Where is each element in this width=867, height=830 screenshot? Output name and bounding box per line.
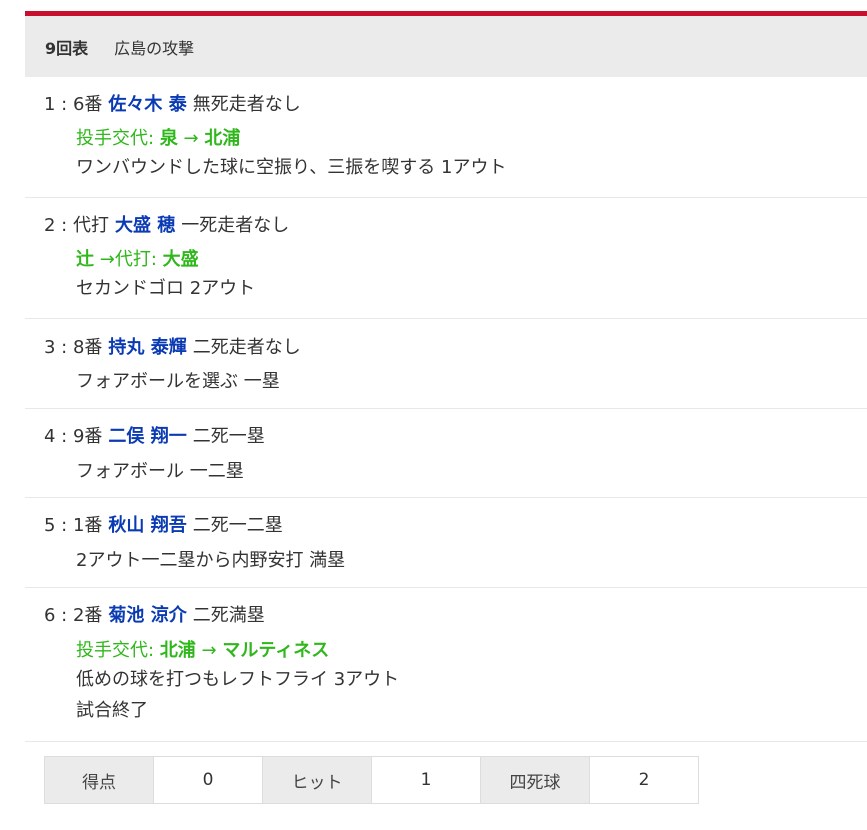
play-number: 3: [44, 337, 56, 358]
batting-order: 代打: [72, 215, 109, 236]
batter-name[interactable]: 二俣 翔一: [108, 426, 186, 447]
play-line: 5 : 1番 秋山 翔吾 二死一二塁: [44, 515, 283, 536]
batter-name[interactable]: 佐々木 泰: [108, 94, 186, 115]
change-arrow: →: [201, 640, 217, 661]
play-item: 3 : 8番 持丸 泰輝 二死走者なし フォアボールを選ぶ 一塁: [25, 319, 867, 409]
play-line: 1 : 6番 佐々木 泰無死走者なし: [44, 94, 301, 115]
runner-situation: 無死走者なし: [192, 94, 301, 115]
runs-value: 0: [153, 756, 263, 804]
inning-header: 9回表 広島の攻撃: [25, 16, 867, 77]
batter-name[interactable]: 大盛 穂: [115, 215, 175, 236]
batter-name[interactable]: 菊池 涼介: [108, 605, 186, 626]
play-number: 4: [44, 426, 56, 447]
change-from: 辻: [76, 249, 94, 270]
play-item: 5 : 1番 秋山 翔吾 二死一二塁 2アウト一二塁から内野安打 満塁: [25, 498, 867, 588]
hits-label: ヒット: [262, 756, 372, 804]
batter-name[interactable]: 秋山 翔吾: [108, 515, 186, 536]
play-line: 6 : 2番 菊池 涼介 二死満塁: [44, 605, 265, 626]
play-line: 4 : 9番 二俣 翔一 二死一塁: [44, 426, 265, 447]
play-result: フォアボール 一二塁: [76, 461, 244, 482]
play-line: 3 : 8番 持丸 泰輝 二死走者なし: [44, 337, 301, 358]
change-to: マルティネス: [222, 640, 330, 661]
hits-value: 1: [371, 756, 481, 804]
change-prefix: 投手交代:: [76, 640, 155, 661]
play-result: 低めの球を打つもレフトフライ 3アウト: [76, 669, 400, 690]
change-to: 北浦: [204, 128, 241, 149]
play-item: 1 : 6番 佐々木 泰無死走者なし 投手交代: 泉 → 北浦 ワンバウンドした球…: [25, 77, 867, 198]
runner-situation: 二死満塁: [192, 605, 265, 626]
batting-order: 8番: [72, 337, 103, 358]
play-list: 1 : 6番 佐々木 泰無死走者なし 投手交代: 泉 → 北浦 ワンバウンドした球…: [25, 77, 867, 742]
pinch-hitter-change: 辻 →代打: 大盛: [76, 248, 199, 272]
inning-label: 9回表: [45, 38, 89, 58]
batting-order: 9番: [72, 426, 103, 447]
inning-title: 広島の攻撃: [114, 38, 195, 58]
runner-situation: 一死走者なし: [181, 215, 290, 236]
play-result: ワンバウンドした球に空振り、三振を喫する 1アウト: [76, 157, 507, 178]
batting-order: 1番: [72, 515, 103, 536]
game-end: 試合終了: [76, 700, 148, 721]
batter-name[interactable]: 持丸 泰輝: [108, 337, 186, 358]
play-result: フォアボールを選ぶ 一塁: [76, 371, 280, 392]
runs-label: 得点: [44, 756, 154, 804]
batting-order: 6番: [72, 94, 103, 115]
walks-value: 2: [589, 756, 699, 804]
change-from: 北浦: [159, 640, 196, 661]
batting-order: 2番: [72, 605, 103, 626]
play-line: 2 : 代打 大盛 穂一死走者なし: [44, 215, 290, 236]
play-result: セカンドゴロ 2アウト: [76, 278, 256, 299]
play-item: 2 : 代打 大盛 穂一死走者なし 辻 →代打: 大盛 セカンドゴロ 2アウト: [25, 198, 867, 319]
pitcher-change: 投手交代: 北浦 → マルティネス: [76, 639, 329, 663]
change-arrow: →代打:: [99, 249, 157, 270]
change-arrow: →: [183, 128, 199, 149]
play-result: 2アウト一二塁から内野安打 満塁: [76, 550, 346, 571]
change-from: 泉: [159, 128, 178, 149]
pitcher-change: 投手交代: 泉 → 北浦: [76, 127, 240, 151]
runner-situation: 二死一二塁: [192, 515, 283, 536]
walks-label: 四死球: [480, 756, 590, 804]
play-number: 6: [44, 605, 56, 626]
runner-situation: 二死走者なし: [192, 337, 301, 358]
play-item: 4 : 9番 二俣 翔一 二死一塁 フォアボール 一二塁: [25, 409, 867, 498]
runner-situation: 二死一塁: [192, 426, 265, 447]
change-prefix: 投手交代:: [76, 128, 155, 149]
play-number: 2: [44, 215, 56, 236]
inning-summary-table: 得点 0 ヒット 1 四死球 2: [44, 756, 699, 804]
summary-row: 得点 0 ヒット 1 四死球 2: [44, 756, 699, 804]
change-to: 大盛: [162, 249, 199, 270]
play-number: 5: [44, 515, 56, 536]
play-item: 6 : 2番 菊池 涼介 二死満塁 投手交代: 北浦 → マルティネス 低めの球を打…: [25, 588, 867, 742]
play-number: 1: [44, 94, 56, 115]
